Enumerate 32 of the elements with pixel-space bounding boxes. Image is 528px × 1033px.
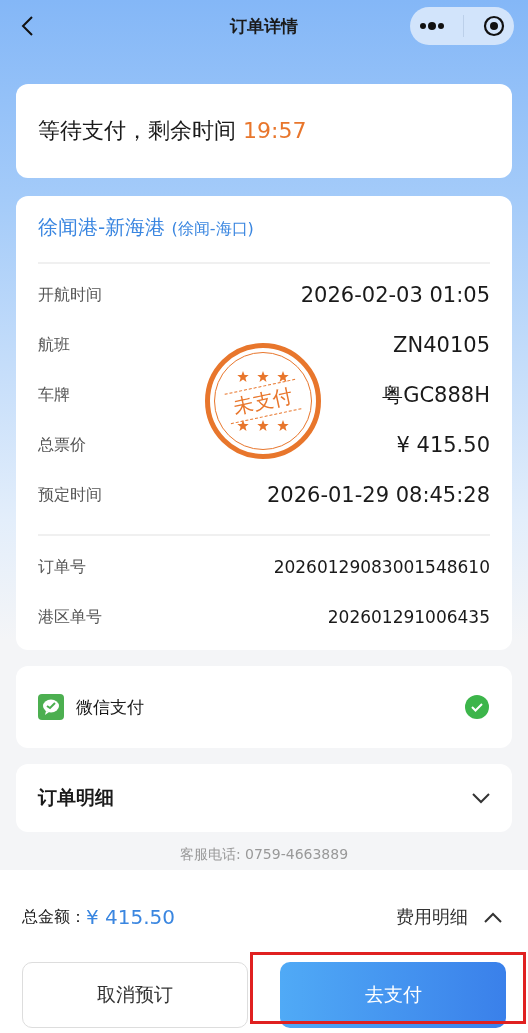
field-label: 总票价 (38, 434, 86, 456)
fee-detail-link[interactable]: 费用明细 (396, 905, 468, 929)
page-title: 订单详情 (230, 15, 298, 38)
order-detail-toggle[interactable]: 订单明细 (16, 764, 512, 832)
field-value: 202601291006435 (327, 607, 490, 627)
field-label: 车牌 (38, 384, 70, 406)
field-label: 预定时间 (38, 484, 102, 506)
chevron-up-icon[interactable] (484, 911, 502, 923)
more-icon[interactable] (419, 22, 446, 30)
field-value: 2026-02-03 01:05 (300, 283, 490, 307)
unpaid-stamp: 未支付 (205, 343, 321, 459)
field-value: 粤GC888H (382, 382, 490, 409)
back-icon[interactable] (20, 15, 34, 37)
field-value: 20260129083001548610 (273, 557, 490, 577)
field-label: 开航时间 (38, 284, 102, 306)
payment-label: 微信支付 (76, 695, 144, 719)
close-icon[interactable] (482, 15, 505, 37)
payment-option[interactable]: 微信支付 (16, 666, 512, 748)
selected-check-icon[interactable] (464, 694, 490, 720)
field-label: 订单号 (38, 556, 86, 578)
field-value: ZN40105 (393, 333, 490, 357)
wechat-pay-icon (38, 694, 64, 720)
total-label: 总金额： (22, 906, 86, 928)
status-text: 等待支付，剩余时间 19:57 (38, 117, 307, 145)
service-phone: 客服电话: 0759-4663889 (178, 846, 350, 864)
cancel-button[interactable]: 取消预订 (22, 962, 248, 1028)
route-title: 徐闻港-新海港 (徐闻-海口) (38, 214, 255, 241)
field-value: ¥ 415.50 (396, 433, 490, 457)
field-value: 2026-01-29 08:45:28 (266, 483, 490, 507)
field-label: 航班 (38, 334, 70, 356)
total-amount: ¥ 415.50 (86, 905, 176, 929)
field-label: 港区单号 (38, 606, 102, 628)
